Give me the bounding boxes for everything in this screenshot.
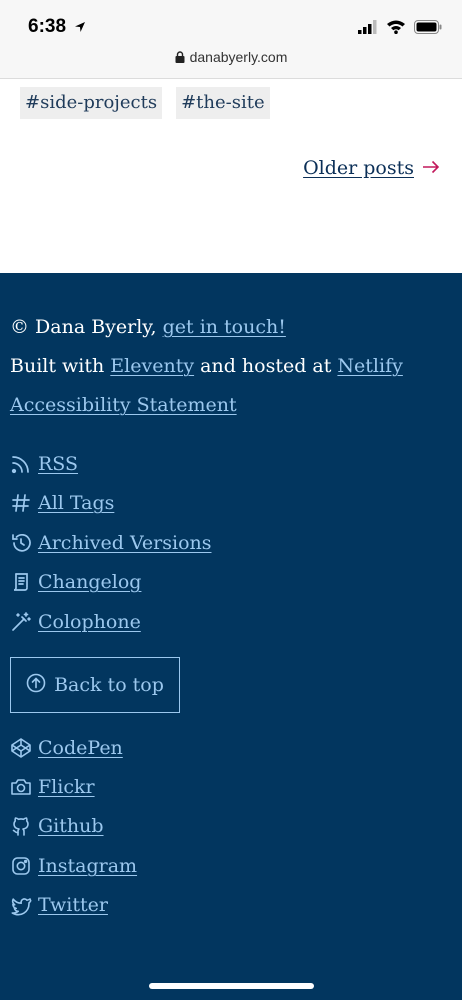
built-with-line: Built with Eleventy and hosted at Netlif… [10, 353, 403, 379]
lock-icon [175, 50, 185, 66]
url-bar[interactable]: danabyerly.com [0, 49, 462, 66]
tag-side-projects[interactable]: #side-projects [20, 87, 163, 119]
back-to-top-button[interactable]: Back to top [10, 657, 180, 713]
older-posts-link[interactable]: Older posts [303, 157, 440, 179]
scroll-icon [10, 571, 32, 593]
netlify-link[interactable]: Netlify [337, 355, 402, 377]
browser-status-bar: 6:38 danabyerly.com [0, 0, 462, 79]
twitter-icon [10, 894, 32, 916]
github-link[interactable]: Github [38, 813, 104, 839]
back-to-top-label: Back to top [54, 674, 164, 696]
arrow-up-circle-icon [26, 673, 46, 698]
all-tags-link[interactable]: All Tags [38, 490, 114, 516]
post-content-area: #side-projects #the-site Older posts [0, 79, 462, 273]
home-indicator[interactable] [149, 983, 314, 989]
accessibility-line: Accessibility Statement [10, 392, 237, 418]
social-item-github[interactable]: Github [10, 813, 104, 839]
social-item-twitter[interactable]: Twitter [10, 892, 108, 918]
location-arrow-icon [74, 20, 86, 38]
copyright-text: © Dana Byerly, [10, 316, 157, 338]
nav-item-all-tags[interactable]: All Tags [10, 490, 114, 516]
status-icons [358, 19, 442, 39]
colophone-link[interactable]: Colophone [38, 609, 141, 635]
tag-the-site[interactable]: #the-site [176, 87, 270, 119]
magic-wand-icon [10, 611, 32, 633]
nav-item-colophone[interactable]: Colophone [10, 609, 141, 635]
nav-item-rss[interactable]: RSS [10, 451, 78, 477]
built-with-text: Built with [10, 355, 105, 377]
battery-icon [414, 19, 442, 39]
eleventy-link[interactable]: Eleventy [110, 355, 194, 377]
twitter-link[interactable]: Twitter [38, 892, 108, 918]
older-posts-label[interactable]: Older posts [303, 157, 414, 179]
contact-link[interactable]: get in touch! [163, 316, 286, 338]
signal-icon [358, 19, 378, 39]
copyright-line: © Dana Byerly, get in touch! [10, 314, 286, 340]
clock-time: 6:38 [28, 16, 67, 37]
instagram-icon [10, 855, 32, 877]
social-item-instagram[interactable]: Instagram [10, 853, 137, 879]
tag-list: #side-projects #the-site [20, 87, 270, 119]
codepen-icon [10, 737, 32, 759]
wifi-icon [386, 19, 406, 39]
instagram-link[interactable]: Instagram [38, 853, 137, 879]
hash-icon [10, 492, 32, 514]
nav-item-changelog[interactable]: Changelog [10, 569, 141, 595]
url-text: danabyerly.com [189, 49, 288, 65]
flickr-link[interactable]: Flickr [38, 774, 95, 800]
history-icon [10, 532, 32, 554]
camera-icon [10, 776, 32, 798]
rss-icon [10, 453, 32, 475]
archived-versions-link[interactable]: Archived Versions [38, 530, 212, 556]
site-footer: © Dana Byerly, get in touch! Built with … [0, 273, 462, 1000]
arrow-right-icon [422, 157, 440, 179]
rss-link[interactable]: RSS [38, 451, 78, 477]
social-item-codepen[interactable]: CodePen [10, 735, 123, 761]
nav-item-archived-versions[interactable]: Archived Versions [10, 530, 212, 556]
changelog-link[interactable]: Changelog [38, 569, 141, 595]
codepen-link[interactable]: CodePen [38, 735, 123, 761]
social-item-flickr[interactable]: Flickr [10, 774, 95, 800]
hosted-text: and hosted at [200, 355, 332, 377]
accessibility-statement-link[interactable]: Accessibility Statement [10, 394, 237, 416]
github-icon [10, 815, 32, 837]
